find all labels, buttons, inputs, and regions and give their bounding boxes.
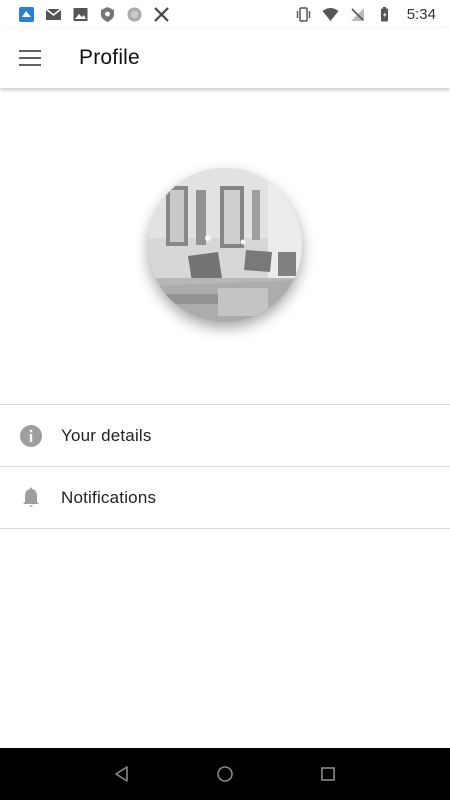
- home-icon: [217, 766, 233, 782]
- info-icon: [0, 405, 61, 467]
- tools-icon: [153, 6, 170, 23]
- app-ei-icon: [18, 6, 35, 23]
- status-left-icons: [18, 6, 170, 23]
- menu-item-label: Notifications: [61, 487, 157, 507]
- system-nav-bar: [0, 748, 450, 800]
- recents-button[interactable]: [308, 754, 348, 794]
- status-clock: 5:34: [406, 5, 436, 23]
- shield-icon: [99, 6, 116, 23]
- back-icon: [114, 766, 128, 782]
- status-bar: 5:34: [0, 0, 450, 28]
- back-button[interactable]: [102, 754, 142, 794]
- avatar[interactable]: [148, 168, 302, 322]
- menu-item-notifications[interactable]: Notifications: [0, 467, 450, 529]
- hamburger-menu-icon: [19, 50, 41, 66]
- bell-icon: [0, 467, 61, 529]
- home-button[interactable]: [205, 754, 245, 794]
- vibrate-icon: [295, 6, 312, 23]
- profile-photo: [148, 168, 302, 322]
- menu-item-label: Your details: [61, 425, 152, 445]
- battery-charging-icon: [376, 6, 393, 23]
- menu-button[interactable]: [0, 28, 60, 88]
- page-title: Profile: [79, 46, 140, 69]
- app-bar: Profile: [0, 28, 450, 88]
- circle-icon: [126, 6, 143, 23]
- recents-icon: [321, 767, 336, 781]
- gmail-icon: [45, 6, 62, 23]
- image-icon: [72, 6, 89, 23]
- wifi-icon: [322, 6, 339, 23]
- menu-item-your-details[interactable]: Your details: [0, 405, 450, 467]
- no-signal-icon: [349, 6, 366, 23]
- profile-menu-list: Your details Notifications: [0, 404, 450, 529]
- status-right-icons: 5:34: [295, 6, 436, 23]
